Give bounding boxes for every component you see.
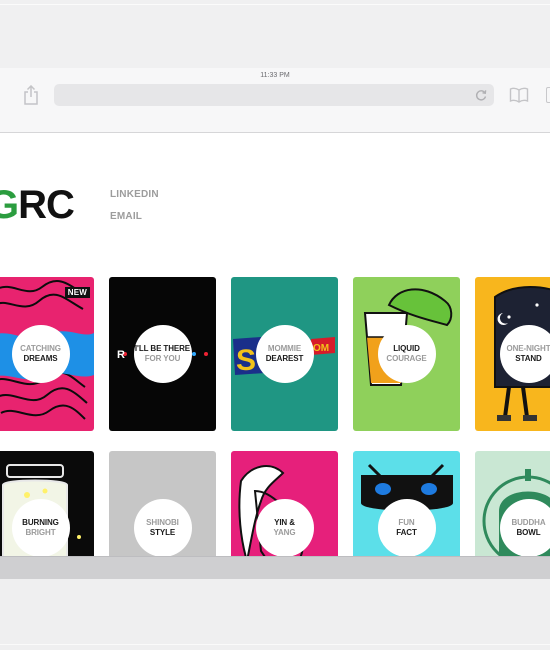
card-catching-dreams[interactable]: NEW CATCHING DREAMS [0, 277, 94, 431]
card-yin-yang[interactable]: YIN & YANG [231, 451, 338, 556]
card-shinobi-style[interactable]: SHINOBI STYLE [109, 451, 216, 556]
linkedin-link[interactable]: LINKEDIN [110, 189, 159, 200]
svg-text:S: S [236, 344, 256, 377]
card-fun-fact[interactable]: FUN FACT [353, 451, 460, 556]
site-logo[interactable]: GRC [0, 185, 75, 225]
address-bar[interactable] [54, 84, 494, 106]
card-label: FUN FACT [377, 499, 436, 556]
share-icon[interactable] [22, 84, 40, 105]
web-page: GRC LINKEDIN EMAIL NEW CATCHING DREAMS R… [0, 133, 550, 556]
card-label: SHINOBI STYLE [133, 499, 192, 556]
card-buddha-bowl[interactable]: BUDDHA BOWL [475, 451, 550, 556]
new-badge: NEW [64, 287, 90, 298]
card-burning-bright[interactable]: BURNING BRIGHT [0, 451, 94, 556]
card-label: BURNING BRIGHT [11, 499, 70, 556]
card-label: MOMMIE DEAREST [255, 325, 314, 383]
reload-icon[interactable] [474, 88, 488, 102]
card-mommie-dearest[interactable]: S OM MOMMIE DEAREST [231, 277, 338, 431]
card-one-night-stand[interactable]: ONE-NIGHT STAND [475, 277, 550, 431]
card-label: CATCHING DREAMS [11, 325, 70, 383]
card-label: YIN & YANG [255, 499, 314, 556]
svg-text:R: R [117, 349, 125, 361]
card-liquid-courage[interactable]: LIQUID COURAGE [353, 277, 460, 431]
device-bezel-top [0, 0, 550, 68]
card-label: BUDDHA BOWL [499, 499, 550, 556]
card-label: I'LL BE THERE FOR YOU [133, 325, 192, 383]
browser-toolbar: 11:33 PM [0, 68, 550, 133]
svg-text:OM: OM [313, 343, 329, 354]
browser-bottom-bar [0, 556, 550, 579]
bezel-highlight [0, 644, 550, 645]
card-ill-be-there-for-you[interactable]: R I'LL BE THERE FOR YOU [109, 277, 216, 431]
reader-icon[interactable] [509, 87, 529, 103]
tabs-icon[interactable] [546, 87, 550, 103]
bezel-highlight [0, 4, 550, 5]
card-label: LIQUID COURAGE [377, 325, 436, 383]
email-link[interactable]: EMAIL [110, 211, 142, 222]
device-bezel-bottom [0, 579, 550, 650]
status-time: 11:33 PM [260, 72, 290, 79]
